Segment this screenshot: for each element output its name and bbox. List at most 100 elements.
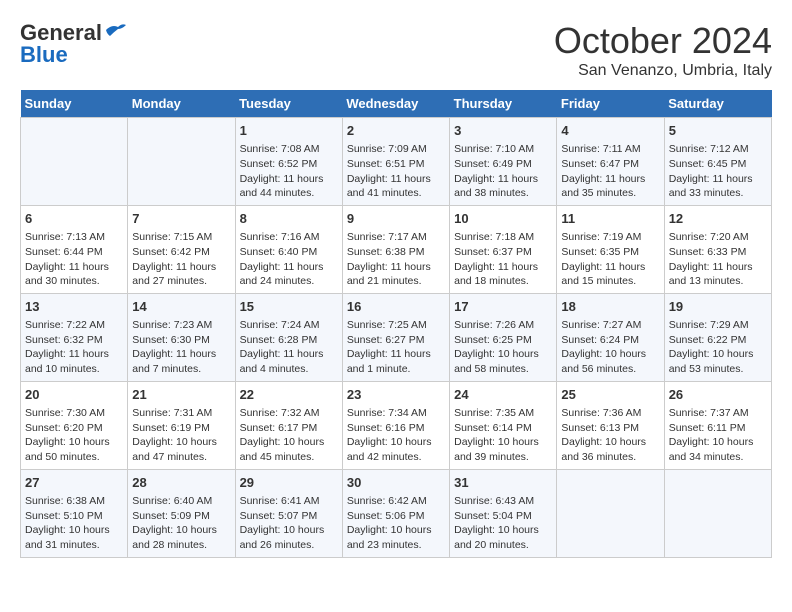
calendar-cell: 8 Sunrise: 7:16 AM Sunset: 6:40 PM Daylig…: [235, 205, 342, 293]
calendar-cell: 3Sunrise: 7:10 AM Sunset: 6:49 PM Daylig…: [450, 118, 557, 206]
day-number: 12: [669, 210, 767, 228]
day-number: 23: [347, 386, 445, 404]
calendar-cell: [128, 118, 235, 206]
calendar-cell: 28 Sunrise: 6:40 AM Sunset: 5:09 PM Dayli…: [128, 469, 235, 557]
day-number: 1: [240, 122, 338, 140]
day-number: 15: [240, 298, 338, 316]
calendar-week-row: 6Sunrise: 7:13 AM Sunset: 6:44 PM Daylig…: [21, 205, 772, 293]
day-info: Sunrise: 6:40 AM Sunset: 5:09 PM Dayligh…: [132, 494, 230, 553]
calendar-cell: 18 Sunrise: 7:27 AM Sunset: 6:24 PM Dayli…: [557, 293, 664, 381]
day-number: 7: [132, 210, 230, 228]
day-info: Sunrise: 7:36 AM Sunset: 6:13 PM Dayligh…: [561, 406, 659, 465]
header-sunday: Sunday: [21, 90, 128, 118]
day-number: 14: [132, 298, 230, 316]
calendar-table: SundayMondayTuesdayWednesdayThursdayFrid…: [20, 90, 772, 558]
day-info: Sunrise: 7:08 AM Sunset: 6:52 PM Dayligh…: [240, 142, 338, 201]
calendar-cell: 12 Sunrise: 7:20 AM Sunset: 6:33 PM Dayli…: [664, 205, 771, 293]
logo-bird-icon: [104, 22, 126, 38]
header-thursday: Thursday: [450, 90, 557, 118]
day-info: Sunrise: 7:18 AM Sunset: 6:37 PM Dayligh…: [454, 230, 552, 289]
day-info: Sunrise: 7:27 AM Sunset: 6:24 PM Dayligh…: [561, 318, 659, 377]
day-number: 11: [561, 210, 659, 228]
calendar-cell: 1 Sunrise: 7:08 AM Sunset: 6:52 PM Daylig…: [235, 118, 342, 206]
calendar-cell: 4Sunrise: 7:11 AM Sunset: 6:47 PM Daylig…: [557, 118, 664, 206]
day-number: 30: [347, 474, 445, 492]
calendar-cell: 23 Sunrise: 7:34 AM Sunset: 6:16 PM Dayli…: [342, 381, 449, 469]
day-info: Sunrise: 7:34 AM Sunset: 6:16 PM Dayligh…: [347, 406, 445, 465]
day-info: Sunrise: 7:26 AM Sunset: 6:25 PM Dayligh…: [454, 318, 552, 377]
day-info: Sunrise: 7:25 AM Sunset: 6:27 PM Dayligh…: [347, 318, 445, 377]
calendar-cell: 14 Sunrise: 7:23 AM Sunset: 6:30 PM Dayli…: [128, 293, 235, 381]
day-info: Sunrise: 7:19 AM Sunset: 6:35 PM Dayligh…: [561, 230, 659, 289]
day-number: 18: [561, 298, 659, 316]
calendar-cell: 17Sunrise: 7:26 AM Sunset: 6:25 PM Dayli…: [450, 293, 557, 381]
header-friday: Friday: [557, 90, 664, 118]
calendar-cell: 29Sunrise: 6:41 AM Sunset: 5:07 PM Dayli…: [235, 469, 342, 557]
day-info: Sunrise: 7:23 AM Sunset: 6:30 PM Dayligh…: [132, 318, 230, 377]
day-info: Sunrise: 7:37 AM Sunset: 6:11 PM Dayligh…: [669, 406, 767, 465]
header-saturday: Saturday: [664, 90, 771, 118]
day-info: Sunrise: 7:16 AM Sunset: 6:40 PM Dayligh…: [240, 230, 338, 289]
day-info: Sunrise: 7:12 AM Sunset: 6:45 PM Dayligh…: [669, 142, 767, 201]
day-number: 5: [669, 122, 767, 140]
calendar-cell: 30 Sunrise: 6:42 AM Sunset: 5:06 PM Dayli…: [342, 469, 449, 557]
day-number: 20: [25, 386, 123, 404]
calendar-week-row: 1 Sunrise: 7:08 AM Sunset: 6:52 PM Daylig…: [21, 118, 772, 206]
day-number: 25: [561, 386, 659, 404]
day-number: 6: [25, 210, 123, 228]
calendar-cell: 24 Sunrise: 7:35 AM Sunset: 6:14 PM Dayli…: [450, 381, 557, 469]
calendar-cell: 19Sunrise: 7:29 AM Sunset: 6:22 PM Dayli…: [664, 293, 771, 381]
day-info: Sunrise: 7:31 AM Sunset: 6:19 PM Dayligh…: [132, 406, 230, 465]
calendar-cell: 11 Sunrise: 7:19 AM Sunset: 6:35 PM Dayli…: [557, 205, 664, 293]
day-number: 9: [347, 210, 445, 228]
calendar-cell: 13 Sunrise: 7:22 AM Sunset: 6:32 PM Dayli…: [21, 293, 128, 381]
day-info: Sunrise: 7:15 AM Sunset: 6:42 PM Dayligh…: [132, 230, 230, 289]
calendar-cell: 2 Sunrise: 7:09 AM Sunset: 6:51 PM Daylig…: [342, 118, 449, 206]
calendar-week-row: 27Sunrise: 6:38 AM Sunset: 5:10 PM Dayli…: [21, 469, 772, 557]
calendar-cell: 15 Sunrise: 7:24 AM Sunset: 6:28 PM Dayli…: [235, 293, 342, 381]
day-info: Sunrise: 7:09 AM Sunset: 6:51 PM Dayligh…: [347, 142, 445, 201]
day-number: 28: [132, 474, 230, 492]
day-number: 3: [454, 122, 552, 140]
header-wednesday: Wednesday: [342, 90, 449, 118]
day-number: 13: [25, 298, 123, 316]
day-number: 16: [347, 298, 445, 316]
day-info: Sunrise: 7:35 AM Sunset: 6:14 PM Dayligh…: [454, 406, 552, 465]
calendar-cell: 22Sunrise: 7:32 AM Sunset: 6:17 PM Dayli…: [235, 381, 342, 469]
day-number: 10: [454, 210, 552, 228]
day-info: Sunrise: 7:29 AM Sunset: 6:22 PM Dayligh…: [669, 318, 767, 377]
day-number: 27: [25, 474, 123, 492]
day-number: 2: [347, 122, 445, 140]
logo-blue-text: Blue: [20, 42, 68, 68]
day-info: Sunrise: 7:11 AM Sunset: 6:47 PM Dayligh…: [561, 142, 659, 201]
day-info: Sunrise: 7:22 AM Sunset: 6:32 PM Dayligh…: [25, 318, 123, 377]
calendar-cell: [21, 118, 128, 206]
day-info: Sunrise: 7:32 AM Sunset: 6:17 PM Dayligh…: [240, 406, 338, 465]
header-monday: Monday: [128, 90, 235, 118]
calendar-subtitle: San Venanzo, Umbria, Italy: [554, 62, 772, 80]
day-number: 21: [132, 386, 230, 404]
calendar-cell: [557, 469, 664, 557]
day-number: 29: [240, 474, 338, 492]
calendar-title: October 2024: [554, 20, 772, 62]
day-number: 26: [669, 386, 767, 404]
day-info: Sunrise: 7:24 AM Sunset: 6:28 PM Dayligh…: [240, 318, 338, 377]
day-number: 8: [240, 210, 338, 228]
calendar-cell: 5 Sunrise: 7:12 AM Sunset: 6:45 PM Daylig…: [664, 118, 771, 206]
page-header: General Blue October 2024 San Venanzo, U…: [20, 20, 772, 80]
calendar-header-row: SundayMondayTuesdayWednesdayThursdayFrid…: [21, 90, 772, 118]
header-tuesday: Tuesday: [235, 90, 342, 118]
calendar-cell: 10 Sunrise: 7:18 AM Sunset: 6:37 PM Dayli…: [450, 205, 557, 293]
day-number: 24: [454, 386, 552, 404]
title-block: October 2024 San Venanzo, Umbria, Italy: [554, 20, 772, 80]
calendar-cell: 6Sunrise: 7:13 AM Sunset: 6:44 PM Daylig…: [21, 205, 128, 293]
calendar-cell: 21 Sunrise: 7:31 AM Sunset: 6:19 PM Dayli…: [128, 381, 235, 469]
calendar-week-row: 20Sunrise: 7:30 AM Sunset: 6:20 PM Dayli…: [21, 381, 772, 469]
calendar-cell: 7 Sunrise: 7:15 AM Sunset: 6:42 PM Daylig…: [128, 205, 235, 293]
day-info: Sunrise: 6:42 AM Sunset: 5:06 PM Dayligh…: [347, 494, 445, 553]
calendar-cell: 20Sunrise: 7:30 AM Sunset: 6:20 PM Dayli…: [21, 381, 128, 469]
calendar-cell: 25 Sunrise: 7:36 AM Sunset: 6:13 PM Dayli…: [557, 381, 664, 469]
calendar-cell: 31Sunrise: 6:43 AM Sunset: 5:04 PM Dayli…: [450, 469, 557, 557]
day-info: Sunrise: 7:20 AM Sunset: 6:33 PM Dayligh…: [669, 230, 767, 289]
calendar-cell: 16 Sunrise: 7:25 AM Sunset: 6:27 PM Dayli…: [342, 293, 449, 381]
